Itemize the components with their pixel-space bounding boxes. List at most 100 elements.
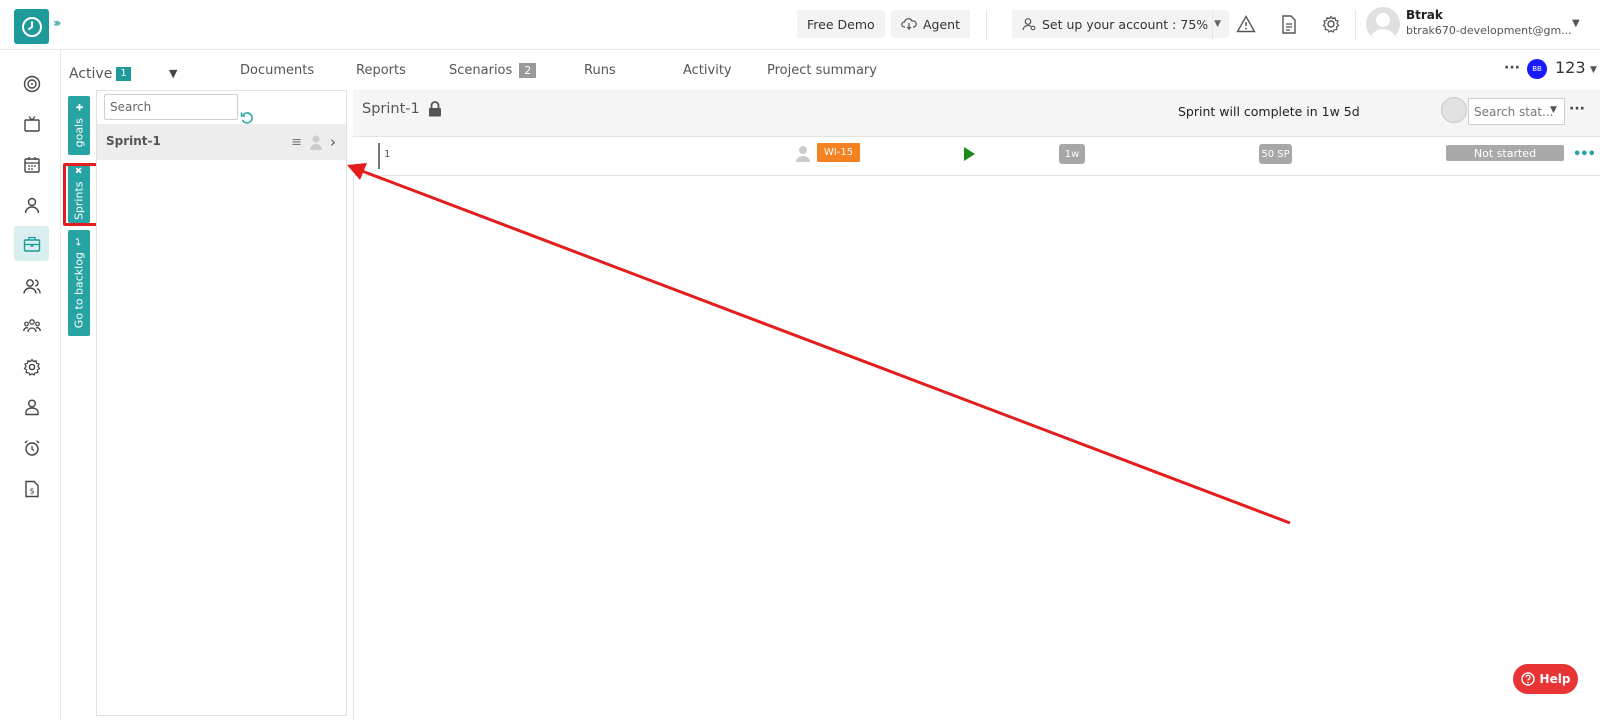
tab-activity-label: Activity bbox=[683, 63, 732, 78]
help-button[interactable]: Help bbox=[1513, 664, 1578, 694]
invoice-icon: $ bbox=[24, 480, 39, 497]
work-item-id-badge[interactable]: WI-15 bbox=[817, 143, 860, 162]
estimate-badge[interactable]: 1w bbox=[1059, 144, 1085, 164]
question-icon bbox=[1520, 672, 1535, 686]
scenarios-count-badge: 2 bbox=[519, 63, 537, 78]
table-row[interactable] bbox=[353, 138, 1600, 176]
user-avatar[interactable] bbox=[1366, 7, 1400, 41]
top-header: ››› Free Demo Agent Set up your account … bbox=[0, 0, 1600, 50]
calendar-nav[interactable] bbox=[14, 147, 49, 182]
assignee-avatar-icon[interactable] bbox=[795, 144, 811, 162]
status-search-placeholder: Search stat... bbox=[1474, 105, 1554, 119]
users-nav[interactable] bbox=[14, 268, 49, 303]
sprint-more-options-icon[interactable]: ··· bbox=[1569, 101, 1585, 117]
go-to-backlog-side-tab[interactable]: Go to backlog ↩ bbox=[68, 230, 90, 336]
tab-reports-label: Reports bbox=[356, 63, 406, 78]
expand-sidebar-icon[interactable]: ››› bbox=[53, 16, 62, 30]
chevron-right-icon[interactable]: › bbox=[330, 133, 336, 151]
left-nav-rail: $ bbox=[0, 50, 61, 720]
user-menu-chevron-icon[interactable]: ▼ bbox=[1572, 18, 1580, 29]
row-more-options-icon[interactable]: ••• bbox=[1573, 147, 1596, 162]
sprint-detail-header bbox=[353, 90, 1600, 137]
settings-gear-icon[interactable] bbox=[1320, 13, 1342, 35]
document-icon[interactable] bbox=[1278, 13, 1300, 35]
project-chevron-icon[interactable]: ▼ bbox=[1590, 65, 1597, 75]
users-icon bbox=[22, 278, 41, 294]
project-selector[interactable]: 123 bbox=[1555, 58, 1586, 77]
target-icon bbox=[23, 75, 40, 92]
return-arrow-icon: ↩ bbox=[73, 237, 85, 247]
tab-project-summary[interactable]: Project summary bbox=[767, 63, 877, 78]
setup-account-dropdown[interactable]: Set up your account : 75% ▼ bbox=[1012, 10, 1230, 38]
app-logo[interactable] bbox=[14, 9, 49, 44]
tab-project-summary-label: Project summary bbox=[767, 63, 877, 78]
sprint-list-item[interactable]: Sprint-1 ≡ › bbox=[97, 124, 346, 160]
lock-icon[interactable] bbox=[428, 101, 442, 117]
tab-documents-label: Documents bbox=[240, 63, 315, 78]
sprint-title-text: Sprint-1 bbox=[362, 101, 420, 117]
user-badge-icon bbox=[24, 399, 39, 415]
sprint-list-panel bbox=[96, 90, 347, 716]
agent-label: Agent bbox=[923, 16, 960, 32]
alarm-clock-icon bbox=[24, 439, 39, 456]
status-chevron-icon[interactable]: ▼ bbox=[1550, 105, 1557, 115]
tv-icon bbox=[23, 115, 40, 132]
tv-nav[interactable] bbox=[14, 106, 49, 141]
free-demo-button[interactable]: Free Demo bbox=[797, 10, 885, 38]
highlight-box bbox=[63, 163, 100, 226]
story-points-badge[interactable]: 50 SP bbox=[1259, 144, 1292, 164]
pin-icon: ✚ bbox=[75, 102, 83, 113]
settings-nav[interactable] bbox=[14, 349, 49, 384]
user-icon bbox=[24, 197, 39, 213]
goals-side-tab-label: goals bbox=[72, 117, 86, 147]
free-demo-label: Free Demo bbox=[807, 16, 875, 32]
projects-nav[interactable] bbox=[14, 226, 49, 261]
teams-nav[interactable] bbox=[14, 308, 49, 343]
clock-logo-icon bbox=[21, 16, 42, 37]
status-badge[interactable]: Not started bbox=[1446, 145, 1564, 161]
briefcase-icon bbox=[23, 236, 40, 252]
user-email: btrak670-development@gm... bbox=[1406, 24, 1572, 37]
setup-account-label: Set up your account : 75% bbox=[1042, 16, 1209, 32]
filter-avatar-icon[interactable] bbox=[1441, 97, 1467, 123]
user-avatar-icon bbox=[1370, 13, 1396, 41]
assignee-avatar-icon[interactable] bbox=[310, 134, 322, 150]
row-drag-handle[interactable] bbox=[378, 143, 380, 169]
tab-activity[interactable]: Activity bbox=[683, 63, 732, 78]
more-options-icon[interactable]: ··· bbox=[1504, 60, 1520, 76]
user-cog-icon bbox=[1022, 18, 1036, 31]
tab-runs-label: Runs bbox=[584, 63, 616, 78]
active-filter-label: Active bbox=[69, 66, 113, 82]
tab-scenarios[interactable]: Scenarios 2 bbox=[449, 63, 537, 78]
header-divider bbox=[986, 10, 987, 40]
active-filter-chevron-icon[interactable]: ▼ bbox=[169, 67, 177, 80]
agent-button[interactable]: Agent bbox=[891, 10, 970, 38]
sprint-detail-panel bbox=[353, 90, 1600, 720]
active-filter-select[interactable]: Active 1 bbox=[69, 66, 131, 82]
chevron-down-icon: ▼ bbox=[1214, 19, 1222, 29]
dashboard-nav[interactable] bbox=[14, 66, 49, 101]
project-avatar[interactable]: BB bbox=[1527, 59, 1547, 79]
sprint-detail-title: Sprint-1 bbox=[362, 101, 442, 117]
svg-text:$: $ bbox=[29, 486, 34, 495]
tab-documents[interactable]: Documents bbox=[240, 63, 314, 78]
team-icon bbox=[22, 318, 41, 332]
profile-nav[interactable] bbox=[14, 187, 49, 222]
menu-lines-icon[interactable]: ≡ bbox=[291, 135, 302, 150]
warning-icon[interactable] bbox=[1235, 13, 1257, 35]
employee-nav[interactable] bbox=[14, 389, 49, 424]
header-divider bbox=[1355, 10, 1356, 40]
cloud-download-icon bbox=[901, 18, 917, 30]
invoice-nav[interactable]: $ bbox=[14, 471, 49, 506]
go-to-backlog-label: Go to backlog bbox=[72, 252, 86, 329]
calendar-icon bbox=[23, 156, 40, 173]
header-divider bbox=[1212, 10, 1213, 40]
tab-reports[interactable]: Reports bbox=[356, 63, 406, 78]
sprint-search-input[interactable] bbox=[104, 94, 238, 120]
goals-side-tab[interactable]: goals ✚ bbox=[68, 96, 90, 155]
alarm-nav[interactable] bbox=[14, 430, 49, 465]
tab-runs[interactable]: Runs bbox=[584, 63, 616, 78]
row-number: 1 bbox=[384, 149, 391, 160]
play-icon[interactable] bbox=[964, 147, 975, 161]
user-name: Btrak bbox=[1406, 8, 1443, 22]
